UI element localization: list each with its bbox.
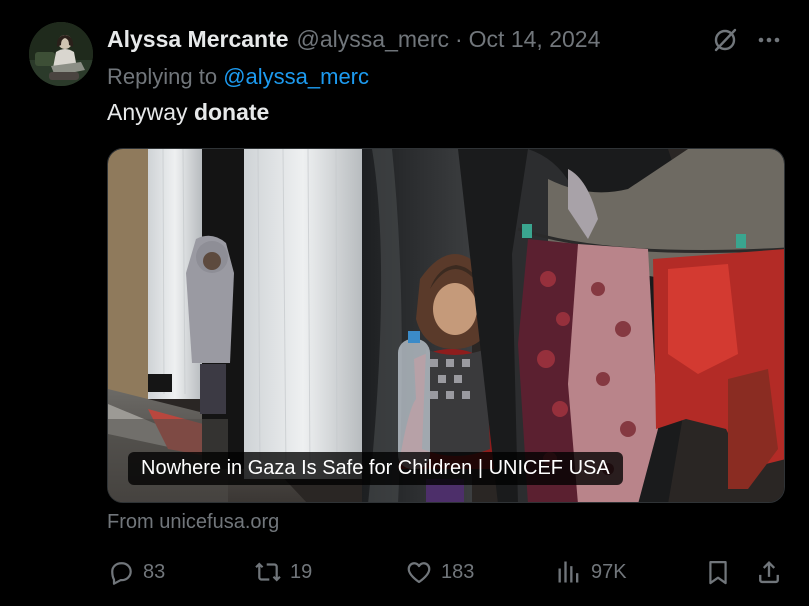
reply-icon [111,562,132,585]
like-icon [407,562,431,584]
like-button[interactable]: 183 [405,556,474,588]
bookmark-button[interactable] [704,556,732,588]
card-source[interactable]: From unicefusa.org [107,511,279,534]
share-icon [759,561,779,584]
tweet[interactable]: Alyssa Mercante @alyssa_merc · Oct 14, 2… [0,0,809,606]
author-name[interactable]: Alyssa Mercante [107,26,289,53]
card-photo [108,149,784,502]
reply-button[interactable]: 83 [107,556,165,588]
views-count: 97K [591,560,627,583]
author-handle[interactable]: @alyssa_merc [297,26,449,53]
action-bar: 83 19 183 97K [107,556,787,588]
tweet-date[interactable]: Oct 14, 2024 [469,26,601,53]
bookmark-icon [709,560,727,585]
more-icon[interactable] [754,28,784,52]
replying-to-mention[interactable]: @alyssa_merc [223,64,369,89]
reply-count: 83 [143,560,166,583]
tweet-header: Alyssa Mercante @alyssa_merc · Oct 14, 2… [107,24,600,54]
avatar[interactable] [29,22,93,86]
tweet-text: Anyway donate [107,99,269,126]
tweet-text-plain: Anyway [107,99,194,125]
tweet-text-bold: donate [193,99,270,125]
grok-icon[interactable] [710,25,740,55]
repost-icon [255,562,281,582]
card-title[interactable]: Nowhere in Gaza Is Safe for Children | U… [128,452,623,485]
repost-button[interactable]: 19 [254,556,312,588]
views-button[interactable]: 97K [555,556,627,588]
share-button[interactable] [755,556,783,588]
link-card[interactable]: Nowhere in Gaza Is Safe for Children | U… [107,148,785,503]
views-icon [558,561,579,583]
avatar-image [29,22,93,86]
separator-dot: · [455,25,463,52]
repost-count: 19 [290,560,313,583]
replying-to-label: Replying to [107,64,224,89]
replying-to: Replying to @alyssa_merc [107,64,369,90]
like-count: 183 [441,560,475,583]
